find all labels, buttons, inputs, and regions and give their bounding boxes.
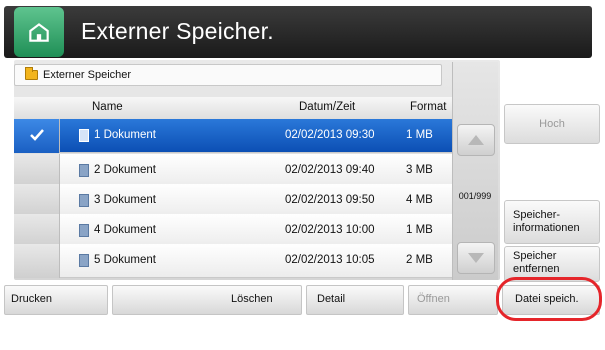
row-name: 4 Dokument <box>94 224 157 236</box>
row-format: 3 MB <box>406 164 433 176</box>
up-button[interactable]: Hoch <box>504 104 600 144</box>
open-button[interactable]: Öffnen <box>408 285 498 315</box>
window-title: Externer Speicher. <box>81 18 274 44</box>
storage-info-button[interactable]: Speicher- informationen <box>504 200 600 244</box>
folder-icon <box>25 67 38 80</box>
page-indicator: 001/999 <box>458 191 492 201</box>
row-checkbox[interactable] <box>14 154 60 188</box>
title-bar: Externer Speicher. <box>4 6 592 58</box>
table-row[interactable]: 2 Dokument 02/02/2013 09:40 3 MB <box>14 154 454 188</box>
header-date[interactable]: Datum/Zeit <box>299 101 355 113</box>
scroll-up-button[interactable] <box>457 124 495 156</box>
storage-info-line2: informationen <box>513 222 580 234</box>
header-format[interactable]: Format <box>410 101 446 113</box>
row-date: 02/02/2013 10:00 <box>285 224 375 236</box>
row-date: 02/02/2013 09:50 <box>285 194 375 206</box>
scrollbar[interactable] <box>452 62 498 280</box>
home-icon <box>29 23 49 42</box>
detail-label: Detail <box>317 293 346 305</box>
storage-info-line1: Speicher- <box>513 209 561 221</box>
delete-label: Löschen <box>231 293 273 305</box>
highlight-ring <box>496 277 602 321</box>
row-checkbox[interactable] <box>14 184 60 218</box>
table-row[interactable]: 5 Dokument 02/02/2013 10:05 2 MB <box>14 244 454 278</box>
document-icon <box>79 129 89 142</box>
delete-button[interactable]: Löschen <box>112 285 302 315</box>
checkmark-icon <box>30 129 44 141</box>
detail-button[interactable]: Detail <box>306 285 404 315</box>
row-name: 2 Dokument <box>94 164 157 176</box>
document-icon <box>79 164 89 177</box>
arrow-down-icon <box>468 253 484 263</box>
document-icon <box>79 254 89 267</box>
row-name: 3 Dokument <box>94 194 157 206</box>
header-name[interactable]: Name <box>92 101 123 113</box>
row-format: 2 MB <box>406 254 433 266</box>
path-label: Externer Speicher <box>43 69 132 81</box>
open-label: Öffnen <box>417 293 450 305</box>
row-checkbox[interactable] <box>14 119 60 153</box>
row-name: 1 Dokument <box>94 129 157 141</box>
row-format: 1 MB <box>406 129 433 141</box>
table-header: Name Datum/Zeit Format <box>14 97 454 119</box>
table-row[interactable]: 4 Dokument 02/02/2013 10:00 1 MB <box>14 214 454 248</box>
path-bar: Externer Speicher <box>14 64 442 86</box>
document-icon <box>79 194 89 207</box>
row-checkbox[interactable] <box>14 214 60 248</box>
row-date: 02/02/2013 09:30 <box>285 129 375 141</box>
arrow-up-icon <box>468 135 484 145</box>
row-date: 02/02/2013 09:40 <box>285 164 375 176</box>
row-format: 4 MB <box>406 194 433 206</box>
row-date: 02/02/2013 10:05 <box>285 254 375 266</box>
remove-storage-line1: Speicher <box>513 250 557 262</box>
print-button[interactable]: Drucken <box>4 285 108 315</box>
print-label: Drucken <box>11 293 52 305</box>
scroll-down-button[interactable] <box>457 242 495 274</box>
remove-storage-line2: entfernen <box>513 263 560 275</box>
row-checkbox[interactable] <box>14 244 60 278</box>
row-name: 5 Dokument <box>94 254 157 266</box>
home-button[interactable] <box>14 7 64 57</box>
table-row[interactable]: 3 Dokument 02/02/2013 09:50 4 MB <box>14 184 454 218</box>
document-icon <box>79 224 89 237</box>
row-format: 1 MB <box>406 224 433 236</box>
table-row[interactable]: 1 Dokument 02/02/2013 09:30 1 MB <box>14 119 454 153</box>
